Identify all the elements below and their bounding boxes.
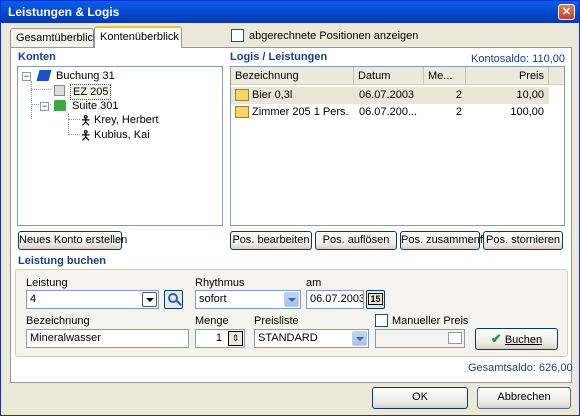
tree-label: Kubius, Kai bbox=[94, 129, 150, 141]
table-row[interactable]: Zimmer 205 1 Pers. 06.07.200... 2 100,00 bbox=[231, 104, 549, 121]
tree-label: Suite 301 bbox=[72, 100, 119, 112]
suite-icon bbox=[54, 100, 66, 111]
cell-bezeichnung: Bier 0,3l bbox=[252, 89, 293, 101]
close-button[interactable]: ✕ bbox=[558, 4, 575, 20]
cell-bezeichnung: Zimmer 205 1 Pers. bbox=[252, 106, 349, 118]
table-row[interactable]: Bier 0,3l 06.07.2003 2 10,00 bbox=[231, 87, 549, 104]
chevron-down-icon[interactable] bbox=[284, 292, 299, 307]
position-icon bbox=[235, 89, 249, 101]
person-icon: 🯅 bbox=[80, 128, 92, 143]
konten-heading: Konten bbox=[18, 51, 56, 63]
positions-table[interactable]: Bezeichnung Datum Me... Preis Bier 0,3l … bbox=[230, 66, 565, 226]
gesamtsaldo: Gesamtsaldo: 626,00 bbox=[468, 362, 573, 374]
column-header-preis[interactable]: Preis bbox=[466, 67, 549, 85]
buchen-label: Buchen bbox=[504, 334, 543, 346]
calendar-icon: 15 bbox=[368, 293, 383, 305]
booking-heading: Leistung buchen bbox=[18, 255, 106, 267]
tab-gesamtueberblick[interactable]: Gesamtüberblick bbox=[10, 28, 99, 47]
cell-preis: 10,00 bbox=[516, 89, 544, 101]
leistung-value: 4 bbox=[30, 293, 37, 305]
rhythmus-label: Rhythmus bbox=[195, 277, 245, 289]
dissolve-position-button[interactable]: Pos. auflösen bbox=[315, 231, 397, 250]
dialog-window: Leistungen & Logis ✕ Gesamtüberblick Kon… bbox=[0, 0, 580, 416]
account-tree[interactable]: − Buchung 31 EZ 205 − Suite 301 🯅 Krey, … bbox=[17, 66, 223, 226]
kontosaldo: Kontosaldo: 110,00 bbox=[471, 53, 565, 65]
rhythmus-value: sofort bbox=[199, 293, 227, 305]
column-header-datum[interactable]: Datum bbox=[354, 67, 424, 85]
chevron-down-icon[interactable] bbox=[352, 331, 367, 346]
manual-price-input[interactable] bbox=[375, 329, 465, 348]
collapse-icon[interactable]: − bbox=[22, 72, 31, 81]
stepper-icon[interactable]: ⇕ bbox=[228, 331, 243, 346]
manual-price-label: Manueller Preis bbox=[392, 315, 469, 327]
tab-label: Kontenüberblick bbox=[100, 31, 179, 43]
new-account-button[interactable]: Neues Konto erstellen bbox=[18, 231, 127, 250]
booking-icon bbox=[36, 70, 52, 81]
merge-position-button[interactable]: Pos. zusammenf. bbox=[400, 231, 486, 250]
room-icon bbox=[54, 85, 65, 96]
window-title: Leistungen & Logis bbox=[8, 5, 120, 19]
bezeichnung-label: Bezeichnung bbox=[26, 315, 90, 327]
rhythmus-select[interactable]: sofort bbox=[195, 290, 301, 309]
cell-preis: 100,00 bbox=[510, 106, 544, 118]
column-header-filler bbox=[549, 67, 564, 85]
bezeichnung-input[interactable]: Mineralwasser bbox=[26, 329, 189, 348]
tab-label: Gesamtüberblick bbox=[16, 32, 99, 44]
cell-datum: 06.07.200... bbox=[359, 106, 418, 118]
position-icon bbox=[235, 106, 249, 118]
menge-value: 1 bbox=[215, 332, 222, 344]
tree-label: EZ 205 bbox=[70, 84, 112, 100]
leistung-label: Leistung bbox=[26, 277, 68, 289]
date-input[interactable]: 06.07.2003 bbox=[306, 290, 364, 309]
tab-kontenueberblick[interactable]: Kontenüberblick bbox=[94, 26, 182, 48]
show-settled-checkbox[interactable] bbox=[231, 29, 244, 42]
tree-label: Krey, Herbert bbox=[94, 114, 159, 126]
buchen-button[interactable]: ✔ Buchen bbox=[475, 328, 558, 350]
date-value: 06.07.2003 bbox=[310, 293, 364, 305]
search-button[interactable] bbox=[164, 290, 183, 309]
calculator-icon[interactable] bbox=[448, 332, 462, 344]
tree-label: Buchung 31 bbox=[56, 70, 115, 82]
dropdown-button[interactable] bbox=[142, 292, 157, 307]
cell-menge: 2 bbox=[455, 106, 462, 118]
preisliste-value: STANDARD bbox=[258, 332, 318, 344]
column-header-menge[interactable]: Me... bbox=[424, 67, 466, 85]
am-label: am bbox=[306, 277, 322, 289]
checkmark-icon: ✔ bbox=[490, 331, 502, 346]
logis-heading: Logis / Leistungen bbox=[230, 51, 328, 63]
show-settled-label: abgerechnete Positionen anzeigen bbox=[249, 30, 419, 42]
preisliste-label: Preisliste bbox=[254, 315, 299, 327]
cancel-position-button[interactable]: Pos. stornieren bbox=[483, 231, 563, 250]
cell-datum: 06.07.2003 bbox=[359, 89, 415, 101]
edit-position-button[interactable]: Pos. bearbeiten bbox=[230, 231, 312, 250]
cancel-button[interactable]: Abbrechen bbox=[477, 387, 571, 409]
ok-button[interactable]: OK bbox=[372, 387, 468, 409]
manual-price-checkbox[interactable] bbox=[375, 314, 388, 327]
calendar-button[interactable]: 15 bbox=[366, 290, 385, 309]
title-bar[interactable]: Leistungen & Logis ✕ bbox=[1, 1, 579, 23]
menge-label: Menge bbox=[195, 315, 229, 327]
cell-menge: 2 bbox=[455, 89, 462, 101]
collapse-icon[interactable]: − bbox=[40, 102, 49, 111]
column-header-bezeichnung[interactable]: Bezeichnung bbox=[231, 67, 354, 85]
menge-input[interactable]: 1 ⇕ bbox=[195, 329, 245, 348]
preisliste-select[interactable]: STANDARD bbox=[254, 329, 369, 348]
bezeichnung-value: Mineralwasser bbox=[30, 332, 101, 344]
chevron-down-icon bbox=[146, 298, 154, 302]
leistung-select[interactable]: 4 bbox=[26, 290, 159, 309]
